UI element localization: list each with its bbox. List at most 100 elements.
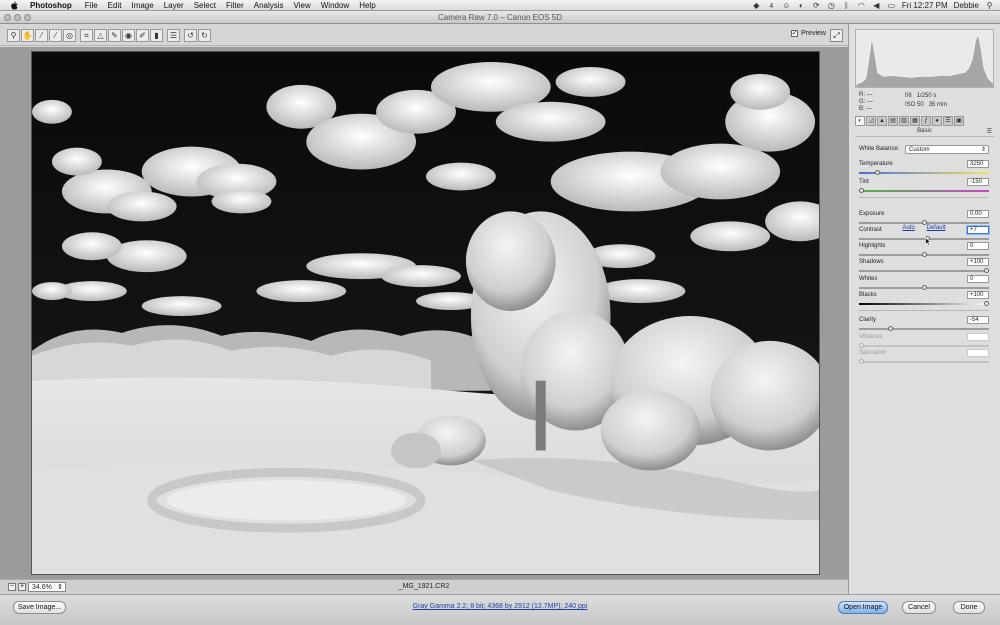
- contrast-track[interactable]: [859, 238, 989, 240]
- blacks-value-field[interactable]: +100: [967, 291, 989, 299]
- menu-app-photoshop[interactable]: Photoshop: [30, 1, 72, 10]
- shadows-track[interactable]: [859, 270, 989, 272]
- crop-tool-icon[interactable]: ⌗: [80, 29, 93, 42]
- window-title: Camera Raw 7.0 – Canon EOS 5D: [437, 13, 563, 22]
- whites-slider-thumb[interactable]: [921, 285, 927, 290]
- skype-icon[interactable]: ☺: [782, 1, 791, 10]
- menu-window[interactable]: Window: [321, 1, 349, 10]
- tone-curve-tab-icon[interactable]: ◿: [866, 116, 876, 126]
- bluetooth-icon[interactable]: ᛒ: [842, 1, 851, 10]
- clock[interactable]: Fri 12:27 PM: [902, 1, 948, 10]
- rotate-right-icon[interactable]: ↻: [198, 29, 211, 42]
- adjustment-brush-icon[interactable]: ✐: [136, 29, 149, 42]
- detail-tab-icon[interactable]: ▲: [877, 116, 887, 126]
- clarity-slider-thumb[interactable]: [887, 326, 893, 331]
- default-link[interactable]: Default: [927, 225, 946, 231]
- wifi-icon[interactable]: ◠: [857, 1, 866, 10]
- lens-corrections-tab-icon[interactable]: ▦: [910, 116, 920, 126]
- clarity-value-field[interactable]: -54: [967, 316, 989, 324]
- preview-toggle[interactable]: ✓ Preview: [791, 30, 826, 37]
- preview-checkbox[interactable]: ✓: [791, 30, 799, 37]
- status-menus: ◆ 4 ☺ ◐ ⟳ ◷ ᛒ ◠ ◀ ▭ Fri 12:27 PM Debbie …: [752, 0, 994, 11]
- zoom-tool-icon[interactable]: ⚲: [7, 29, 20, 42]
- white-balance-tool-icon[interactable]: ⁄: [35, 29, 48, 42]
- spotlight-icon[interactable]: ⚲: [985, 1, 994, 10]
- white-balance-select[interactable]: Custom ⇕: [905, 145, 989, 154]
- apple-icon[interactable]: [9, 0, 19, 10]
- info-readout: R: --- G: --- B: --- f/8 1/250 s ISO 50 …: [855, 90, 994, 112]
- rotate-left-icon[interactable]: ↺: [184, 29, 197, 42]
- clarity-track[interactable]: [859, 328, 989, 330]
- user-name[interactable]: Debbie: [954, 1, 979, 10]
- menu-help[interactable]: Help: [359, 1, 375, 10]
- open-image-button[interactable]: Open Image: [838, 601, 888, 614]
- color-sampler-tool-icon[interactable]: ⁄: [49, 29, 62, 42]
- presets-tab-icon[interactable]: ☰: [943, 116, 953, 126]
- aperture: f/8: [905, 93, 912, 99]
- temperature-value-field[interactable]: 3250: [967, 160, 989, 168]
- tool-bar: ⚲ ✋ ⁄ ⁄ ◎ ⌗ △ ✎ ◉ ✐ ▮ ☰ ↺ ↻ ✓ Preview ⤢: [0, 24, 848, 46]
- menu-image[interactable]: Image: [131, 1, 153, 10]
- shadows-label: Shadows: [859, 259, 884, 265]
- photo-preview[interactable]: [31, 51, 820, 575]
- straighten-tool-icon[interactable]: △: [94, 29, 107, 42]
- time-machine-icon[interactable]: ◷: [827, 1, 836, 10]
- hand-tool-icon[interactable]: ✋: [21, 29, 34, 42]
- tint-value-field[interactable]: -150: [967, 178, 989, 186]
- menu-edit[interactable]: Edit: [108, 1, 122, 10]
- exposure-value-field[interactable]: 0.00: [967, 210, 989, 218]
- sync-icon[interactable]: ⟳: [812, 1, 821, 10]
- basic-tab-icon[interactable]: ◐: [855, 116, 865, 126]
- panel-menu-icon[interactable]: ☰: [987, 128, 992, 135]
- targeted-adjustment-tool-icon[interactable]: ◎: [63, 29, 76, 42]
- camera-calibration-tab-icon[interactable]: ●: [932, 116, 942, 126]
- shadows-value-field[interactable]: +100: [967, 258, 989, 266]
- done-button[interactable]: Done: [953, 601, 985, 614]
- preview-label: Preview: [801, 30, 826, 37]
- contrast-value-field[interactable]: +7: [967, 226, 989, 234]
- preferences-icon[interactable]: ☰: [167, 29, 180, 42]
- histogram: [855, 29, 994, 88]
- graduated-filter-icon[interactable]: ▮: [150, 29, 163, 42]
- file-name: _MG_1921.CR2: [398, 583, 450, 590]
- exposure-slider-thumb[interactable]: [921, 220, 927, 225]
- shadows-slider-thumb[interactable]: [984, 268, 989, 273]
- red-eye-removal-tool-icon[interactable]: ◉: [122, 29, 135, 42]
- menu-view[interactable]: View: [294, 1, 311, 10]
- tint-slider-thumb[interactable]: [859, 188, 864, 193]
- effects-tab-icon[interactable]: ƒ: [921, 116, 931, 126]
- clarity-label: Clarity: [859, 317, 877, 323]
- tint-track[interactable]: [859, 190, 989, 192]
- temperature-slider-thumb[interactable]: [875, 170, 881, 175]
- full-screen-button[interactable]: ⤢: [830, 29, 843, 42]
- creative-cloud-icon[interactable]: 4: [767, 2, 776, 10]
- split-toning-tab-icon[interactable]: ▥: [899, 116, 909, 126]
- infrared-landscape-image: [32, 52, 819, 574]
- image-canvas[interactable]: [0, 47, 848, 579]
- volume-icon[interactable]: ◀: [872, 1, 881, 10]
- focal-length: 35 mm: [928, 102, 948, 108]
- saturation-slider-thumb: [859, 359, 864, 364]
- menu-file[interactable]: File: [85, 1, 98, 10]
- whites-value-field[interactable]: 0: [967, 275, 989, 283]
- volume-small-icon[interactable]: ◐: [797, 1, 806, 10]
- menu-analysis[interactable]: Analysis: [254, 1, 284, 10]
- menu-select[interactable]: Select: [194, 1, 216, 10]
- spot-removal-tool-icon[interactable]: ✎: [108, 29, 121, 42]
- vibrance-label: Vibrance: [859, 334, 883, 340]
- blacks-slider-thumb[interactable]: [984, 301, 989, 306]
- auto-link[interactable]: Auto: [902, 225, 914, 231]
- histogram-graph: [856, 32, 993, 87]
- menu-layer[interactable]: Layer: [164, 1, 184, 10]
- dropbox-icon[interactable]: ◆: [752, 1, 761, 10]
- hsl-tab-icon[interactable]: ▤: [888, 116, 898, 126]
- snapshots-tab-icon[interactable]: ▣: [954, 116, 964, 126]
- blacks-track[interactable]: [859, 303, 989, 305]
- highlights-value-field[interactable]: 0: [967, 242, 989, 250]
- cancel-button[interactable]: Cancel: [902, 601, 936, 614]
- menu-filter[interactable]: Filter: [226, 1, 244, 10]
- highlights-slider-thumb[interactable]: [921, 252, 927, 257]
- battery-icon[interactable]: ▭: [887, 1, 896, 10]
- window-title-bar: Camera Raw 7.0 – Canon EOS 5D: [0, 11, 1000, 24]
- vibrance-track: [859, 345, 989, 347]
